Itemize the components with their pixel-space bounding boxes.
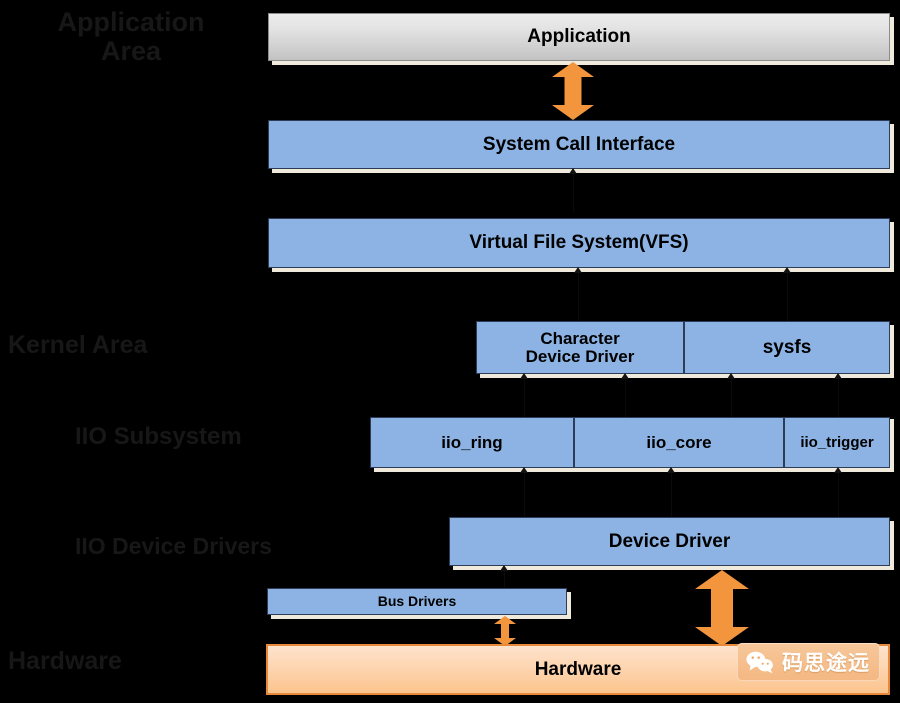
iiotrigger-to-devicedriver-connector [838,469,839,517]
watermark-badge: 码思途远 [737,643,880,681]
wechat-icon [745,650,775,674]
tier-label-hardware: Hardware [8,647,122,675]
devicedriver-to-busdrivers-arrowhead [500,565,508,571]
watermark-text: 码思途远 [782,651,870,675]
iiotrigger-to-devicedriver-arrowhead [834,467,842,473]
chardev-to-iiocore-connector [625,375,626,417]
devicedriver-to-hardware-arrow [694,570,750,646]
box-application[interactable]: Application [268,13,890,61]
box-iio-trigger[interactable]: iio_trigger [784,417,890,468]
chardev-sysfs-row-shadow-right [890,325,894,378]
box-iio-core[interactable]: iio_core [574,417,784,468]
sysfs-to-iiotrigger-connector [838,375,839,417]
box-virtual-file-system[interactable]: Virtual File System(VFS) [268,218,890,268]
tier-label-application-area: Application Area [57,7,205,67]
vfs-to-sysfs-connector [787,269,788,321]
box-system-call-interface[interactable]: System Call Interface [268,120,890,169]
vfs-to-chardev-arrowhead [574,267,582,273]
vfs-to-chardev-connector [578,269,579,321]
vfs-to-sysfs-arrowhead [783,267,791,273]
chardev-sysfs-row-shadow [480,374,894,378]
tier-label-iio-subsystem: IIO Subsystem [75,423,242,450]
app-to-syscall-arrow [552,62,594,120]
iio-row-shadow [374,468,894,472]
iio-row-shadow-right [890,419,894,472]
sysfs-to-iiocore-arrowhead [727,373,735,379]
tier-label-kernel-area: Kernel Area [8,331,148,359]
iioring-to-devicedriver-connector [524,469,525,517]
iiocore-to-devicedriver-arrowhead [667,467,675,473]
sysfs-to-iiotrigger-arrowhead [834,373,842,379]
iioring-to-devicedriver-arrowhead [520,467,528,473]
box-device-driver[interactable]: Device Driver [449,517,890,566]
syscall-to-vfs-connector [573,170,574,212]
iiocore-to-devicedriver-connector [671,469,672,517]
chardev-to-iioring-connector [524,375,525,417]
box-iio-ring[interactable]: iio_ring [370,417,574,468]
busdrivers-to-hardware-arrow [493,616,517,646]
chardev-to-iioring-arrowhead [520,373,528,379]
syscall-to-vfs-arrowhead [569,168,577,174]
chardev-to-iiocore-arrowhead [621,373,629,379]
diagram-canvas: Application Area Kernel Area IIO Subsyst… [0,0,900,703]
tier-label-iio-device-drivers: IIO Device Drivers [75,533,272,559]
box-bus-drivers[interactable]: Bus Drivers [267,588,567,615]
sysfs-to-iiocore-connector [731,375,732,417]
box-sysfs[interactable]: sysfs [684,321,890,374]
box-character-device-driver[interactable]: Character Device Driver [476,321,684,374]
